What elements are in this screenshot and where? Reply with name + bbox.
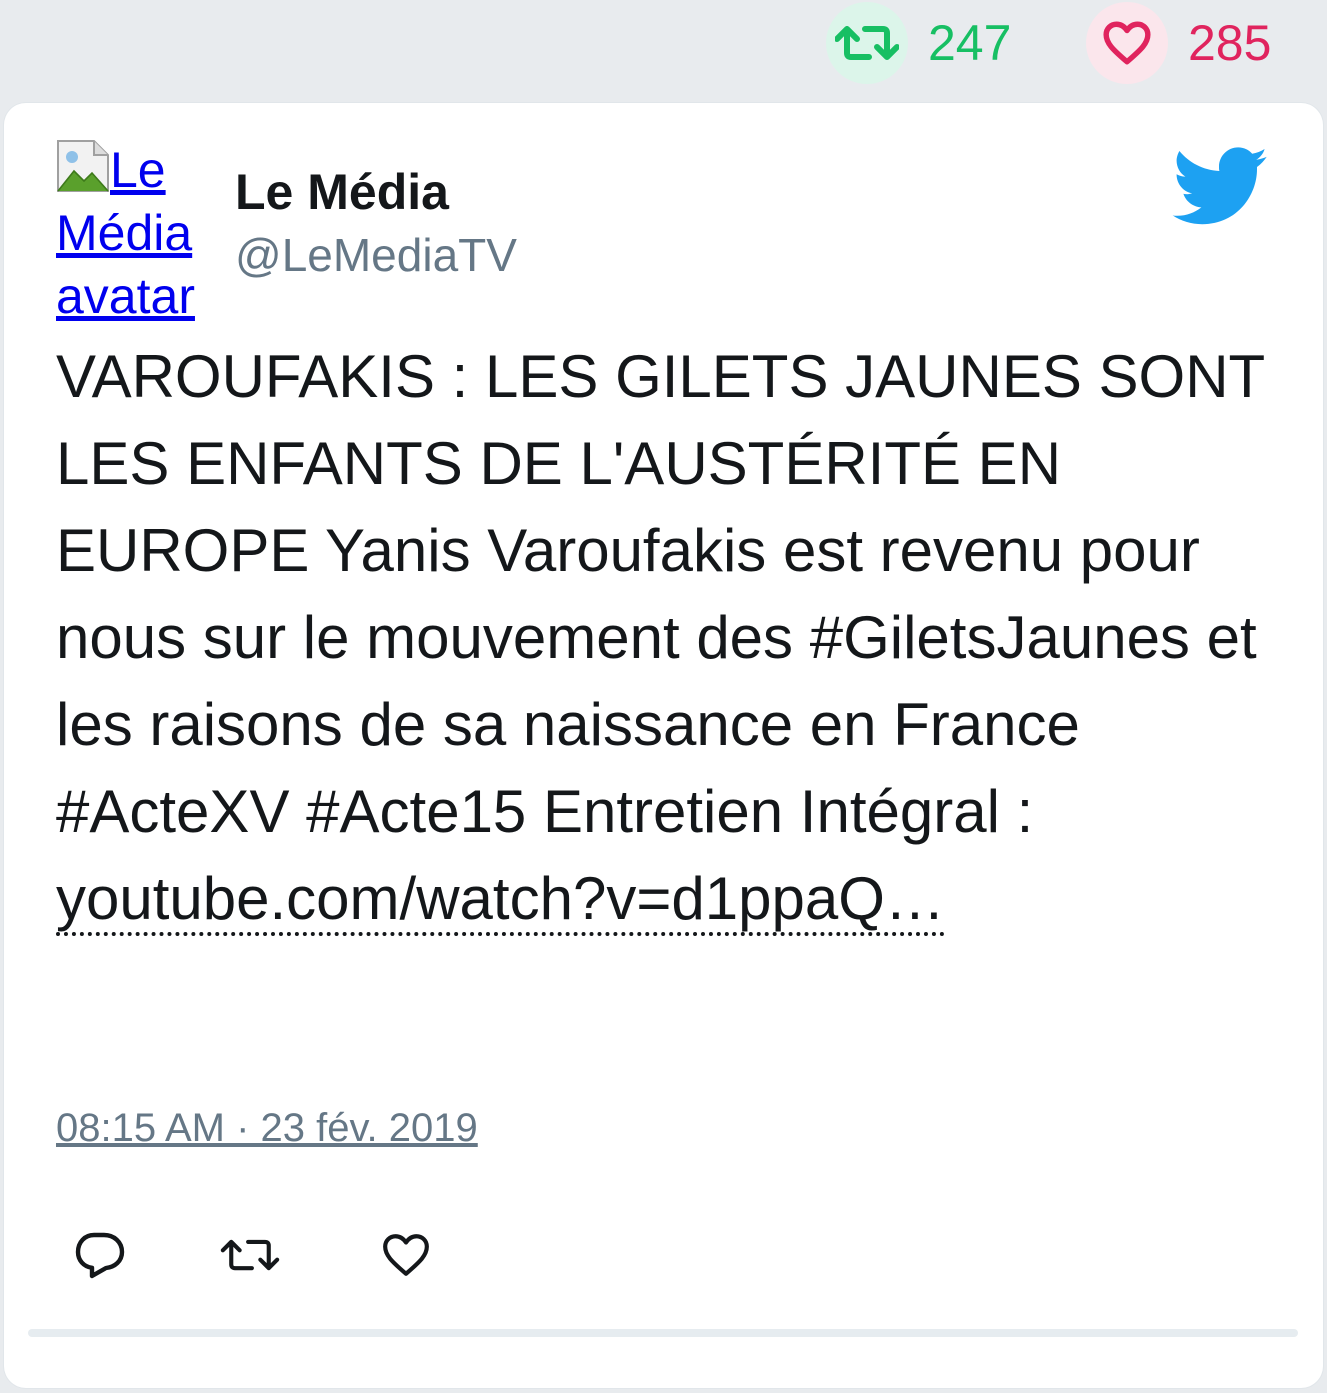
avatar[interactable]: Le Média avatar — [56, 139, 216, 328]
tweet-timestamp[interactable]: 08:15 AM · 23 fév. 2019 — [56, 1106, 478, 1151]
reply-button[interactable] — [70, 1225, 130, 1285]
divider — [28, 1329, 1298, 1337]
author-handle[interactable]: @LeMediaTV — [235, 228, 517, 282]
heart-icon — [383, 1234, 429, 1276]
tweet-text: VAROUFAKIS : LES GILETS JAUNES SONT LES … — [56, 333, 1286, 942]
like-button[interactable] — [376, 1225, 436, 1285]
reply-icon — [75, 1232, 125, 1279]
retweet-icon — [220, 1239, 280, 1271]
twitter-bird-icon[interactable] — [1172, 147, 1270, 227]
broken-image-icon — [57, 140, 109, 192]
heart-icon[interactable] — [1086, 2, 1168, 84]
tweet-card: Le Média avatar Le Média @LeMediaTV VARO… — [4, 103, 1323, 1388]
retweet-icon[interactable] — [826, 2, 908, 84]
retweet-count: 247 — [928, 15, 1012, 71]
retweet-button[interactable] — [220, 1225, 280, 1285]
like-count: 285 — [1188, 15, 1272, 71]
tweet-link[interactable]: youtube.com/watch?v=d1ppaQ… — [56, 865, 945, 936]
retweet-stat[interactable]: 247 — [826, 2, 1011, 84]
tweet-body: VAROUFAKIS : LES GILETS JAUNES SONT LES … — [56, 343, 1265, 845]
like-stat[interactable]: 285 — [1086, 2, 1271, 84]
author-name[interactable]: Le Média — [235, 163, 449, 221]
engagement-bar: 247 285 — [0, 0, 1327, 100]
